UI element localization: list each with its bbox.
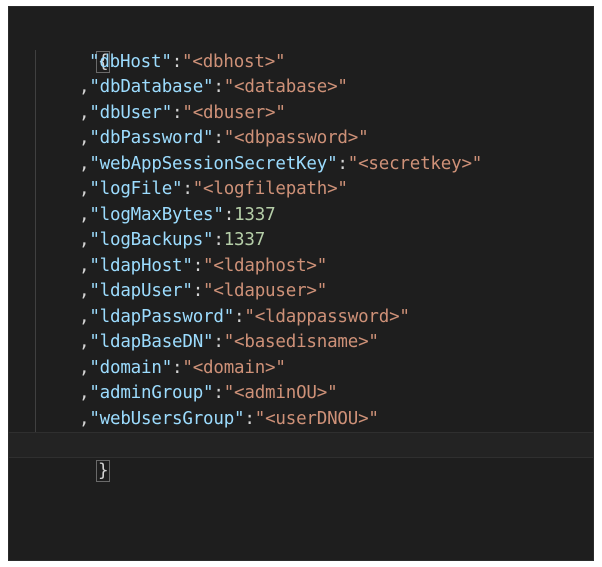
- colon-token: :: [213, 332, 224, 352]
- colon-token: :: [234, 306, 245, 327]
- json-number-value: 1337: [223, 230, 266, 250]
- json-string-value: "<database>": [223, 77, 348, 97]
- json-number-value: 1337: [234, 204, 276, 225]
- json-key: "logFile": [89, 179, 183, 199]
- code-line[interactable]: ,"dbUser":"<dbuser>": [9, 101, 593, 127]
- comma-token: ,: [79, 357, 90, 378]
- colon-token: :: [192, 281, 204, 301]
- comma-token: ,: [79, 383, 90, 403]
- code-line[interactable]: ,"logBackups":1337: [9, 228, 593, 254]
- colon-token: :: [223, 204, 235, 225]
- code-line[interactable]: ,"webUsersGroup":"<userDNOU>": [9, 407, 593, 433]
- code-line[interactable]: ,"ldapPassword":"<ldappassword>": [9, 305, 593, 331]
- comma-token: ,: [79, 153, 90, 174]
- json-key: "webAppSessionSecretKey": [89, 153, 338, 174]
- code-line[interactable]: ,"ldapHost":"<ldaphost>": [9, 254, 593, 280]
- json-string-value: "<logfilepath>": [192, 179, 348, 199]
- json-key: "logMaxBytes": [89, 204, 224, 225]
- json-key: "dbDatabase": [89, 77, 214, 97]
- json-key: "domain": [89, 357, 173, 378]
- colon-token: :: [337, 153, 348, 174]
- json-key: "webUsersGroup": [89, 408, 245, 429]
- json-string-value: "<adminOU>": [223, 383, 338, 403]
- comma-token: ,: [79, 255, 90, 276]
- json-key: "ldapHost": [89, 255, 193, 276]
- code-line[interactable]: ,"dbPassword":"<dbpassword>": [9, 126, 593, 152]
- json-key: "dbPassword": [89, 128, 214, 148]
- colon-token: :: [213, 77, 224, 97]
- code-line[interactable]: ,"webAppSessionSecretKey":"<secretkey>": [9, 152, 593, 178]
- colon-token: :: [171, 51, 183, 72]
- json-key: "ldapUser": [89, 281, 193, 301]
- json-string-value: "<domain>": [182, 357, 286, 378]
- json-entries: "dbHost":"<dbhost>" ,"dbDatabase":"<datab…: [9, 50, 593, 433]
- comma-token: ,: [79, 128, 90, 148]
- json-key: "logBackups": [89, 230, 214, 250]
- comma-token: ,: [79, 102, 90, 123]
- code-line[interactable]: ,"domain":"<domain>": [9, 356, 593, 382]
- json-key: "dbUser": [89, 102, 173, 123]
- code-line[interactable]: ,"logFile":"<logfilepath>": [9, 177, 593, 203]
- code-line[interactable]: ,"ldapBaseDN":"<basedisname>": [9, 330, 593, 356]
- colon-token: :: [182, 179, 193, 199]
- json-key: "ldapBaseDN": [89, 332, 214, 352]
- colon-token: :: [213, 128, 224, 148]
- json-string-value: "<basedisname>": [223, 332, 379, 352]
- json-string-value: "<dbuser>": [182, 102, 286, 123]
- comma-token: ,: [79, 230, 90, 250]
- close-brace: }: [95, 459, 111, 482]
- colon-token: :: [172, 357, 183, 378]
- code-area[interactable]: { "dbHost":"<dbhost>" ,"dbDatabase":"<dat…: [9, 24, 593, 482]
- json-key: "dbHost": [89, 51, 172, 72]
- colon-token: :: [213, 383, 224, 403]
- code-line[interactable]: ,"ldapUser":"<ldapuser>": [9, 279, 593, 305]
- comma-token: ,: [79, 408, 90, 429]
- colon-token: :: [244, 408, 255, 429]
- json-key: "ldapPassword": [89, 306, 235, 327]
- code-line[interactable]: ,"dbDatabase":"<database>": [9, 75, 593, 101]
- code-line[interactable]: "dbHost":"<dbhost>": [9, 50, 593, 76]
- comma-token: ,: [79, 306, 90, 327]
- json-string-value: "<ldapuser>": [203, 281, 328, 301]
- code-line[interactable]: ,"logMaxBytes":1337: [9, 203, 593, 229]
- code-line-close-brace[interactable]: }: [9, 432, 593, 482]
- code-line[interactable]: ,"adminGroup":"<adminOU>": [9, 381, 593, 407]
- json-string-value: "<secretkey>": [347, 153, 483, 174]
- json-string-value: "<dbpassword>": [223, 128, 369, 148]
- comma-token: ,: [79, 281, 90, 301]
- comma-token: ,: [79, 77, 90, 97]
- code-line-open-brace[interactable]: {: [9, 24, 593, 73]
- colon-token: :: [172, 102, 183, 123]
- json-string-value: "<dbhost>": [182, 51, 286, 72]
- code-editor[interactable]: { "dbHost":"<dbhost>" ,"dbDatabase":"<dat…: [8, 6, 594, 561]
- json-key: "adminGroup": [89, 383, 214, 403]
- comma-token: ,: [79, 204, 90, 225]
- comma-token: ,: [79, 332, 90, 352]
- json-string-value: "<userDNOU>": [254, 408, 379, 429]
- colon-token: :: [192, 255, 204, 276]
- json-string-value: "<ldaphost>": [203, 255, 328, 276]
- json-string-value: "<ldappassword>": [244, 306, 410, 327]
- comma-token: ,: [79, 179, 90, 199]
- colon-token: :: [213, 230, 224, 250]
